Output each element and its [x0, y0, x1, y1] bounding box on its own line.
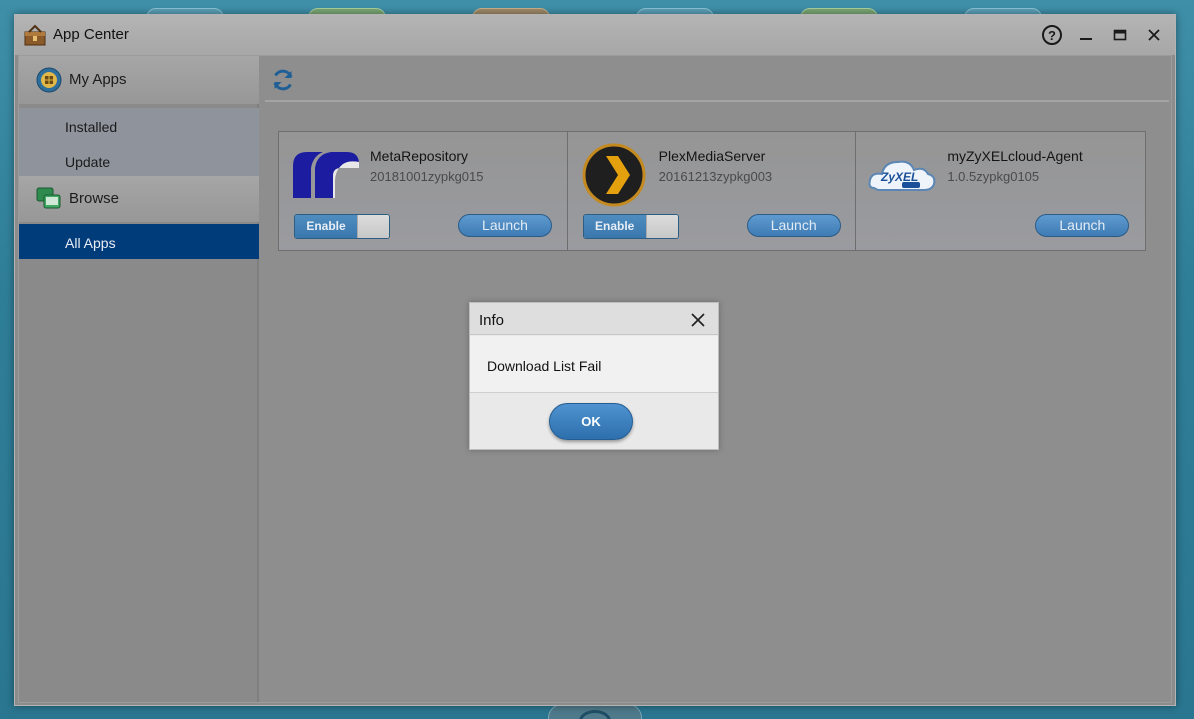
launch-button[interactable]: Launch [746, 214, 841, 237]
dialog-title-bar: Info [470, 303, 718, 335]
window-title: App Center [53, 26, 129, 43]
refresh-icon[interactable] [271, 68, 295, 92]
app-center-icon [24, 24, 46, 46]
enable-toggle[interactable]: Enable [294, 214, 390, 239]
app-version: 20161213zypkg003 [658, 169, 773, 184]
sidebar-item-installed[interactable]: Installed [19, 108, 259, 143]
app-card-plexmediaserver: PlexMediaServer 20161213zypkg003 Enable … [567, 132, 857, 250]
minimize-icon [1080, 38, 1092, 40]
app-version: 20181001zypkg015 [370, 169, 484, 184]
toggle-knob [645, 215, 678, 238]
app-name: MetaRepository [370, 148, 469, 164]
enable-toggle[interactable]: Enable [582, 214, 679, 239]
close-icon[interactable] [690, 312, 706, 328]
meta-repository-logo [293, 152, 359, 198]
help-icon: ? [1042, 25, 1062, 45]
app-name: PlexMediaServer [658, 148, 766, 164]
maximize-button[interactable] [1109, 24, 1131, 46]
ok-button[interactable]: OK [549, 403, 633, 440]
browse-icon [36, 187, 61, 209]
close-button[interactable] [1143, 24, 1165, 46]
dialog-message: Download List Fail [487, 358, 602, 374]
toggle-knob [357, 215, 389, 238]
app-card-myzyxelcloud-agent: ZyXEL myZyXELcloud-Agent 1.0.5zypkg0105 … [856, 132, 1146, 250]
toggle-label: Enable [583, 215, 646, 238]
my-apps-icon [36, 67, 62, 93]
dock-button[interactable] [548, 704, 642, 719]
info-dialog: Info Download List Fail OK [469, 302, 719, 450]
sidebar-section-label: Browse [69, 190, 120, 207]
svg-text:ZyXEL: ZyXEL [880, 170, 918, 184]
toolbar [265, 56, 1169, 102]
app-card-metarepository: MetaRepository 20181001zypkg015 Enable L… [279, 132, 568, 250]
sidebar: My Apps Installed Update Browse All Apps [19, 56, 259, 702]
app-version: 1.0.5zypkg0105 [947, 169, 1040, 184]
minimize-button[interactable] [1075, 24, 1097, 46]
sidebar-section-my-apps[interactable]: My Apps [19, 56, 259, 104]
maximize-icon [1113, 29, 1127, 41]
sidebar-section-browse[interactable]: Browse [19, 176, 259, 222]
dialog-body: Download List Fail [470, 336, 718, 393]
sidebar-item-update[interactable]: Update [19, 143, 259, 178]
app-name: myZyXELcloud-Agent [947, 148, 1083, 164]
toggle-label: Enable [295, 215, 357, 238]
dialog-title: Info [479, 312, 505, 329]
sidebar-item-all-apps[interactable]: All Apps [19, 224, 259, 259]
plex-logo [582, 143, 646, 207]
launch-button[interactable]: Launch [1035, 214, 1130, 237]
sidebar-section-label: My Apps [69, 71, 127, 88]
zyxel-cloud-logo: ZyXEL [868, 160, 936, 191]
launch-button[interactable]: Launch [458, 214, 552, 237]
title-bar: App Center ? [15, 15, 1175, 55]
app-list: MetaRepository 20181001zypkg015 Enable L… [278, 131, 1146, 251]
close-icon [1148, 29, 1160, 41]
help-button[interactable]: ? [1041, 24, 1063, 46]
